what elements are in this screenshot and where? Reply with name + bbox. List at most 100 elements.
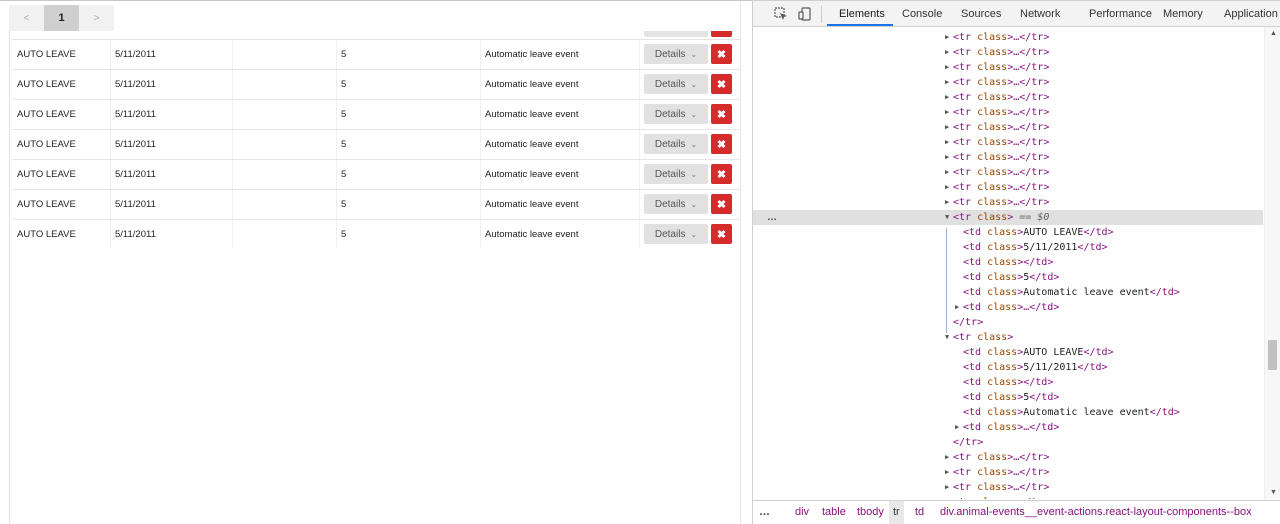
tree-line[interactable]: ▶ <tr class>…</tr> [753,195,1263,210]
details-button[interactable]: Details ⌄ [644,224,708,244]
expand-triangle-icon[interactable]: ▶ [945,75,949,90]
expand-triangle-icon[interactable]: ▶ [955,420,959,435]
chevron-down-icon: ⌄ [690,49,698,59]
scrollbar-thumb[interactable] [1268,340,1277,370]
tree-line[interactable]: <td class>5/11/2011</td> [753,360,1263,375]
next-page-button[interactable]: > [79,5,114,31]
prev-page-button[interactable]: < [9,5,44,31]
node-markup: <tr class>…</tr> [953,45,1049,60]
page-1-button[interactable]: 1 [44,5,79,31]
expand-triangle-icon[interactable]: ▶ [945,90,949,105]
device-toolbar-icon[interactable] [798,7,812,21]
breadcrumb-item[interactable]: tbody [857,501,884,524]
tree-line[interactable]: </tr> [753,435,1263,450]
node-menu-dots[interactable]: … [767,210,777,225]
tree-line[interactable]: <td class>5/11/2011</td> [753,240,1263,255]
attr-name: class [987,422,1018,433]
tree-line[interactable]: ▶ <tr class>…</tr> [753,180,1263,195]
breadcrumb: … div table tbody tr td div.animal-events__ev… [753,500,1280,524]
breadcrumb-item[interactable]: td [915,501,924,524]
breadcrumb-item[interactable]: table [822,501,846,524]
tree-line[interactable]: <td class>AUTO LEAVE</td> [753,345,1263,360]
breadcrumb-item[interactable]: div.animal-events__event-actions.react-l… [940,501,1252,524]
tree-line[interactable]: ▶ <tr class>…</tr> [753,120,1263,135]
delete-button[interactable]: ✖ [711,194,732,214]
elements-scrollbar[interactable]: ▲ ▼ [1264,27,1280,499]
tag-open: <td [963,287,982,298]
delete-button[interactable]: ✖ [711,224,732,244]
expand-triangle-icon[interactable]: ▶ [945,150,949,165]
delete-button[interactable]: ✖ [711,104,732,124]
tree-line[interactable]: ▶ <tr class>…</tr> [753,105,1263,120]
tree-line[interactable]: ▶ <tr class>…</tr> [753,90,1263,105]
expand-triangle-icon[interactable]: ▶ [945,480,949,495]
tree-line[interactable]: ▶ <tr class>…</tr> [753,45,1263,60]
tree-line[interactable]: <td class>Automatic leave event</td> [753,405,1263,420]
breadcrumb-item[interactable]: tr [889,501,904,524]
tree-line[interactable]: ▶ <tr class>…</tr> [753,150,1263,165]
expand-triangle-icon[interactable]: ▶ [945,105,949,120]
breadcrumb-more[interactable]: … [759,501,770,524]
expand-triangle-icon[interactable]: ▶ [945,30,949,45]
scrolled-delete-button[interactable] [711,31,732,37]
scrolled-details-button[interactable] [644,31,708,37]
tab-memory[interactable]: Memory [1163,1,1203,27]
tree-line[interactable]: <td class>Automatic leave event</td> [753,285,1263,300]
tab-console[interactable]: Console [902,1,942,27]
delete-button[interactable]: ✖ [711,134,732,154]
expand-triangle-icon[interactable]: ▶ [945,45,949,60]
tree-line[interactable]: ▶ <td class>…</td> [753,420,1263,435]
tree-line[interactable]: ▶ <tr class>…</tr> [753,465,1263,480]
breadcrumb-item[interactable]: div [795,501,809,524]
details-button[interactable]: Details ⌄ [644,44,708,64]
scroll-up-icon[interactable]: ▲ [1270,30,1277,37]
details-button[interactable]: Details ⌄ [644,74,708,94]
tree-line[interactable]: ▶ <tr class>…</tr> [753,450,1263,465]
tree-line[interactable]: <td class>5</td> [753,270,1263,285]
expand-triangle-icon[interactable]: ▶ [945,465,949,480]
tree-line[interactable]: ▶ <tr class>…</tr> [753,75,1263,90]
expand-triangle-icon[interactable]: ▶ [945,60,949,75]
tree-line[interactable]: </tr> [753,315,1263,330]
delete-button[interactable]: ✖ [711,164,732,184]
event-count-cell: 5 [341,79,347,90]
tree-line[interactable]: ▼ <tr class> == $0… [753,210,1263,225]
expand-triangle-icon[interactable]: ▶ [945,120,949,135]
details-button[interactable]: Details ⌄ [644,194,708,214]
delete-button[interactable]: ✖ [711,74,732,94]
inspect-element-icon[interactable] [774,7,788,21]
attr-name: class [977,32,1008,43]
expand-triangle-icon[interactable]: ▶ [955,300,959,315]
tree-line[interactable]: ▼ <tr class> [753,330,1263,345]
tree-line[interactable]: ▶ <tr class>…</tr> [753,60,1263,75]
details-button[interactable]: Details ⌄ [644,104,708,124]
expand-triangle-icon[interactable]: ▶ [945,180,949,195]
expand-triangle-icon[interactable]: ▶ [945,450,949,465]
tree-line[interactable]: <td class>5</td> [753,390,1263,405]
tab-network[interactable]: Network [1020,1,1060,27]
expand-triangle-icon[interactable]: ▶ [945,195,949,210]
expand-triangle-icon[interactable]: ▶ [945,495,949,499]
tree-line[interactable]: ▶ <tr class>…</tr> [753,495,1263,499]
tab-sources[interactable]: Sources [961,1,1001,27]
delete-button[interactable]: ✖ [711,44,732,64]
tree-line[interactable]: ▶ <tr class>…</tr> [753,165,1263,180]
tree-line[interactable]: ▶ <tr class>…</tr> [753,480,1263,495]
tree-line[interactable]: ▶ <tr class>…</tr> [753,135,1263,150]
tree-line[interactable]: ▶ <tr class>…</tr> [753,30,1263,45]
column-separator [639,130,640,159]
tab-application[interactable]: Application [1224,1,1278,27]
details-button[interactable]: Details ⌄ [644,134,708,154]
active-tab-indicator [827,24,893,26]
expand-triangle-icon[interactable]: ▶ [945,135,949,150]
scroll-down-icon[interactable]: ▼ [1270,489,1277,496]
details-button[interactable]: Details ⌄ [644,164,708,184]
expand-triangle-icon[interactable]: ▶ [945,165,949,180]
tree-line[interactable]: ▶ <td class>…</td> [753,300,1263,315]
tab-performance[interactable]: Performance [1089,1,1152,27]
collapse-triangle-icon[interactable]: ▼ [945,210,949,225]
tree-line[interactable]: <td class></td> [753,255,1263,270]
tree-line[interactable]: <td class></td> [753,375,1263,390]
tag-open: <tr [953,107,972,118]
tree-line[interactable]: <td class>AUTO LEAVE</td> [753,225,1263,240]
